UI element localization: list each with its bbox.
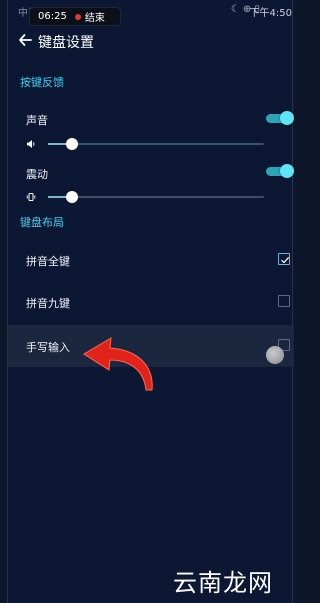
screen-recording-pill[interactable]: 06:25 结束 — [30, 8, 120, 25]
section-title-feedback: 按键反馈 — [20, 76, 64, 89]
sound-toggle[interactable] — [266, 111, 294, 125]
vibration-icon — [26, 193, 36, 201]
toggle-knob — [280, 164, 294, 178]
recording-time: 06:25 — [38, 11, 67, 22]
back-arrow-icon[interactable] — [17, 32, 33, 48]
app-header: 键盘设置 — [8, 28, 294, 58]
nine-key-checkbox[interactable] — [278, 295, 290, 307]
layout-option-label: 手写输入 — [26, 341, 70, 354]
speaker-icon — [27, 140, 35, 148]
layout-option-row[interactable]: 拼音九键 — [8, 282, 294, 322]
touch-indicator-icon — [266, 346, 284, 364]
sound-volume-slider[interactable] — [48, 138, 264, 150]
vibration-strength-slider[interactable] — [48, 191, 264, 203]
sound-label: 声音 — [26, 114, 48, 127]
layout-option-label: 拼音九键 — [26, 297, 70, 310]
vibration-label: 震动 — [26, 168, 48, 181]
layout-option-row[interactable]: 拼音全键 — [8, 240, 294, 280]
red-annotation-arrow-icon — [83, 337, 153, 391]
layout-option-label: 拼音全键 — [26, 255, 70, 268]
slider-thumb[interactable] — [66, 191, 78, 203]
phone-screen: 中国移动/小米移动 06:25 结束 ☾ ⊕ ▯ 下午4:50 键盘设置 按键反… — [7, 0, 294, 603]
recording-stop-label[interactable]: 结束 — [85, 9, 105, 24]
section-title-layout: 键盘布局 — [20, 216, 64, 229]
check-icon — [281, 256, 290, 264]
watermark: 云南龙网 — [173, 569, 273, 597]
full-keyboard-checkbox[interactable] — [278, 253, 290, 265]
status-clock: 下午4:50 — [249, 8, 292, 19]
status-bar: 中国移动/小米移动 06:25 结束 ☾ ⊕ ▯ 下午4:50 — [8, 0, 294, 25]
toggle-knob — [280, 111, 294, 125]
vibration-toggle[interactable] — [266, 164, 294, 178]
recording-dot-icon — [74, 13, 81, 20]
page-title: 键盘设置 — [38, 35, 94, 51]
slider-thumb[interactable] — [66, 138, 78, 150]
